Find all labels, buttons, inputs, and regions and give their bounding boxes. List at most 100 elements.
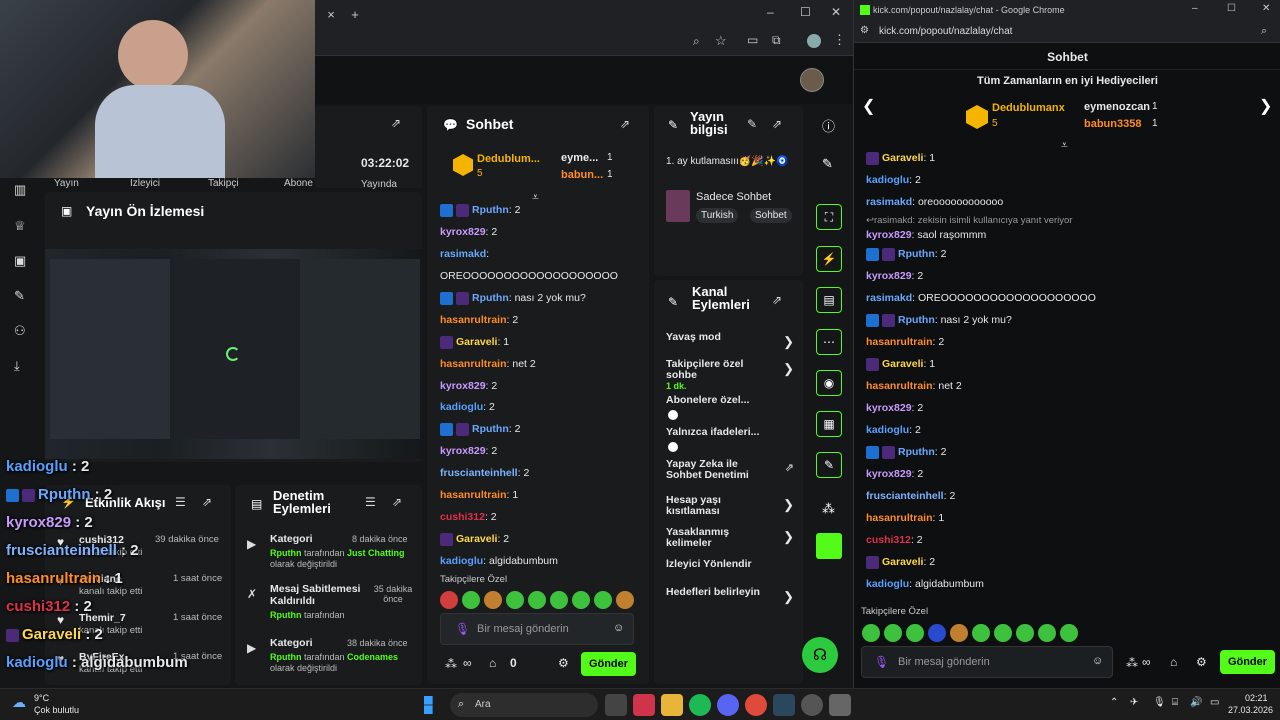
chat-username[interactable]: cushi312 (440, 511, 485, 524)
emote[interactable] (550, 591, 568, 609)
wrench-icon[interactable]: ✎ (14, 288, 25, 304)
channel-action-item[interactable]: Takipçilere özel sohbe 1 dk. ❯ (666, 359, 794, 395)
settings-gear-icon[interactable]: ⚙ (1196, 655, 1207, 669)
edit-pencil-icon[interactable]: ✎ (747, 117, 757, 131)
emote[interactable] (950, 624, 968, 642)
chat-username[interactable]: Garaveli (456, 336, 497, 349)
emote[interactable] (1060, 624, 1078, 642)
chat-username[interactable]: hasanrultrain (440, 358, 507, 371)
chat-username[interactable]: hasanrultrain (866, 336, 933, 348)
tag-chip[interactable]: Turkish (696, 208, 739, 223)
chevron-left-icon[interactable]: ❮ (862, 96, 875, 116)
popout-url[interactable]: kick.com/popout/nazlalay/chat (879, 26, 1012, 37)
emote[interactable] (440, 591, 458, 609)
steam-icon[interactable] (773, 694, 795, 716)
zoom-icon[interactable]: ⌕ (693, 34, 700, 49)
chat-username[interactable]: Rputhn (472, 204, 509, 217)
video-icon[interactable]: ▣ (14, 253, 26, 269)
popout-icon[interactable]: ⇗ (772, 293, 782, 307)
chat-username[interactable]: kadioglu (440, 401, 483, 414)
emote[interactable] (862, 624, 880, 642)
upload-icon[interactable]: ⤓ (14, 358, 20, 374)
chat-username[interactable]: hasanrultrain (440, 489, 507, 502)
layout-button[interactable]: ▦ (816, 411, 842, 437)
mod-icon[interactable]: ⁂ (1126, 656, 1138, 670)
chat-username[interactable]: Garaveli (882, 358, 923, 370)
mic-icon[interactable]: 🎙 (1153, 697, 1166, 708)
user-avatar[interactable] (800, 68, 824, 92)
chat-username[interactable]: Garaveli (882, 556, 923, 568)
chat-username[interactable]: Rputhn (898, 446, 935, 458)
clip-button[interactable]: ⛶ (816, 204, 842, 230)
minimize-button[interactable]: – (767, 5, 774, 19)
cast-icon[interactable]: ▭ (747, 33, 758, 47)
mod-icon[interactable]: ⁂ (445, 657, 457, 671)
edit-pencil-icon[interactable]: ✎ (822, 156, 833, 172)
popout-icon[interactable]: ⇗ (772, 117, 782, 131)
emote[interactable] (884, 624, 902, 642)
taskbar-search[interactable]: ⌕ Ara (450, 693, 598, 717)
chat-username[interactable]: kadioglu (440, 555, 483, 568)
network-icon[interactable]: ⌸ (1172, 697, 1178, 708)
popout-icon[interactable]: ⇗ (391, 116, 401, 130)
maximize-button[interactable]: ☐ (800, 5, 811, 19)
app-launcher-icon[interactable] (816, 533, 842, 559)
site-info-icon[interactable]: ⚙ (860, 25, 869, 36)
category-name[interactable]: Sadece Sohbet (696, 191, 771, 203)
mod-icon[interactable]: ⁂ (822, 501, 835, 517)
poll-button[interactable]: ▤ (816, 287, 842, 313)
channel-action-item[interactable]: Yapay Zeka ile Sohbet Denetimi ⇗ (666, 459, 794, 495)
emote[interactable] (506, 591, 524, 609)
chat-username[interactable]: kyrox829 (440, 226, 486, 239)
emote[interactable] (616, 591, 634, 609)
tray-chevron-icon[interactable]: ⌃ (1110, 697, 1118, 708)
emote[interactable] (462, 591, 480, 609)
bookmark-star-icon[interactable]: ☆ (715, 33, 727, 49)
folder-icon[interactable] (661, 694, 683, 716)
chat-username[interactable]: fruscianteinhell (440, 467, 518, 480)
chat-username[interactable]: kadioglu (866, 174, 909, 186)
taskview-icon[interactable] (605, 694, 627, 716)
chat-input[interactable]: 🎙 Bir mesaj gönderin ☺ (440, 613, 634, 645)
raid-button[interactable]: ⚡ (816, 246, 842, 272)
chat-username[interactable]: rasimakd (440, 248, 486, 261)
chat-username[interactable]: kyrox829 (866, 229, 912, 241)
send-button[interactable]: Gönder (1220, 650, 1275, 674)
weather-icon[interactable]: ☁ (12, 694, 26, 711)
emote[interactable] (906, 624, 924, 642)
close-window-button[interactable]: ✕ (1262, 3, 1270, 14)
tools-button[interactable]: ✎ (816, 452, 842, 478)
preview-video[interactable] (45, 249, 422, 459)
battery-icon[interactable]: ▭ (1210, 697, 1219, 708)
send-button[interactable]: Gönder (581, 652, 636, 676)
gift-icon[interactable]: ⌂ (489, 656, 496, 670)
stats-icon[interactable]: ▥ (14, 182, 26, 198)
chat-username[interactable]: Rputhn (472, 423, 509, 436)
chat-username[interactable]: kyrox829 (866, 402, 912, 414)
discord-icon[interactable] (717, 694, 739, 716)
menu-kebab-icon[interactable]: ⋮ (833, 32, 846, 48)
chat-username[interactable]: kadioglu (866, 424, 909, 436)
emote[interactable] (1016, 624, 1034, 642)
channel-action-item[interactable]: İzleyici Yönlendir (666, 559, 794, 587)
channel-action-item[interactable]: Yavaş mod ❯ (666, 332, 794, 359)
chat-username[interactable]: fruscianteinhell (866, 490, 944, 502)
volume-icon[interactable]: 🔊 (1190, 697, 1202, 708)
chat-username[interactable]: Rputhn (472, 292, 509, 305)
extensions-icon[interactable]: ⧉ (772, 33, 781, 48)
tag-chip[interactable]: Sohbet (750, 208, 792, 223)
info-icon[interactable]: ⓘ (822, 116, 835, 135)
chat-username[interactable]: Rputhn (898, 314, 935, 326)
chat-username[interactable]: Garaveli (456, 533, 497, 546)
profile-avatar[interactable] (807, 34, 821, 48)
app-icon[interactable] (633, 694, 655, 716)
popout-icon[interactable]: ⇗ (620, 117, 630, 131)
emote[interactable] (572, 591, 590, 609)
chat-username[interactable]: hasanrultrain (866, 380, 933, 392)
settings-icon[interactable] (829, 694, 851, 716)
chat-username[interactable]: cushi312 (866, 534, 911, 546)
tray-app-icon[interactable]: ✈ (1130, 697, 1138, 708)
emoji-icon[interactable]: ☺ (613, 622, 624, 634)
chat-username[interactable]: rasimakd (866, 292, 912, 304)
gift-icon[interactable]: ⌂ (1170, 655, 1177, 669)
